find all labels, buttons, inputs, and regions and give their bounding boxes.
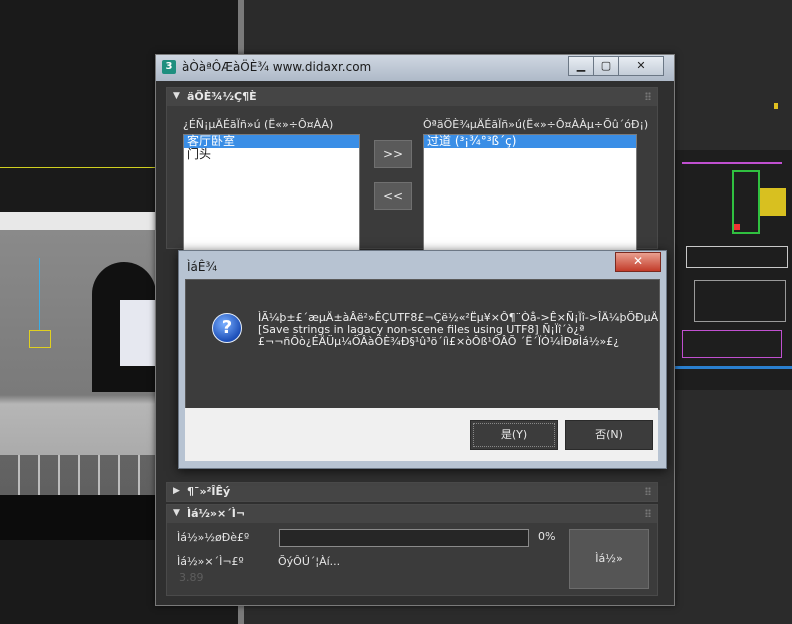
- question-icon: ?: [212, 313, 242, 343]
- cad-line: [674, 366, 792, 369]
- available-cameras-label: ¿ÉÑ¡µÄÉãÏñ»ú (Ë«»÷Ô¤ÀÀ): [183, 118, 334, 131]
- maximize-button[interactable]: ▢: [593, 56, 619, 76]
- camera-target-line: [39, 258, 40, 330]
- render-angle-rollout: ▼ äÖÈ¾½Ç¶È ¿ÉÑ¡µÄÉãÏñ»ú (Ë«»÷Ô¤ÀÀ) ÒªäÖÈ…: [166, 87, 658, 256]
- faint-value: 3.89: [179, 571, 204, 584]
- cad-floorplan: [674, 150, 792, 390]
- progress-label: Ìá½»½øÐè£º: [177, 531, 250, 544]
- window-titlebar[interactable]: 3 àÒàªÔÆàÖÈ¾ www.didaxr.com ▁ ▢ ✕: [156, 55, 674, 81]
- rollout-title: äÖÈ¾½Ç¶È: [187, 90, 257, 103]
- window-title: àÒàªÔÆàÖÈ¾ www.didaxr.com: [182, 60, 372, 74]
- grip-icon: [645, 509, 651, 517]
- message-line: £¬¬ñÔò¿ÉÄÜµ¼ÖÂàÖÈ¾Ð§¹û³ö´íì£×òÔß¹ÔÂÕ ´Ë´…: [258, 335, 620, 348]
- cad-furniture: [760, 188, 786, 216]
- encoding-warning-dialog: ÌáÊ¾ ✕ ? ÌÃ¼þ±£´æµÄ±àÂë²»ÊÇUTF8£¬Çë½«²Ëµ…: [178, 250, 667, 469]
- grip-icon: [645, 487, 651, 495]
- dialog-body: ? ÌÃ¼þ±£´æµÄ±àÂë²»ÊÇUTF8£¬Çë½«²Ëµ¥×Ô¶¨Òå…: [185, 279, 660, 410]
- dialog-footer: 是(Y) 否(N): [185, 408, 658, 461]
- close-button[interactable]: ✕: [618, 56, 664, 76]
- list-item[interactable]: 过道 (³¡¾°³ß´ç): [424, 135, 636, 148]
- rollout-header[interactable]: ▼ Ìá½»×´Ì¬: [167, 505, 657, 523]
- status-value: ÕýÔÚ´¦Àí...: [278, 555, 341, 568]
- cad-marker: [774, 103, 778, 109]
- progress-percent: 0%: [538, 530, 556, 543]
- rollout-title: ¶¯»²ÎÊý: [187, 485, 231, 498]
- dialog-close-button[interactable]: ✕: [615, 252, 661, 272]
- grip-icon: [645, 92, 651, 100]
- progress-bar: [279, 529, 529, 547]
- submit-status-rollout: ▼ Ìá½»×´Ì¬ Ìá½»½øÐè£º 0% Ìá½»×´Ì¬£º ÕýÔÚ…: [166, 504, 658, 596]
- cad-room: [686, 246, 788, 268]
- available-cameras-list[interactable]: 客厅卧室 门头: [183, 134, 360, 256]
- submit-button[interactable]: Ìá½»: [569, 529, 649, 589]
- collapse-arrow-icon: ▼: [173, 91, 180, 101]
- add-camera-button[interactable]: >>: [374, 140, 412, 168]
- cad-point: [734, 224, 740, 230]
- expand-arrow-icon: ▶: [173, 486, 180, 496]
- status-label: Ìá½»×´Ì¬£º: [177, 555, 244, 568]
- no-button[interactable]: 否(N): [565, 420, 653, 450]
- camera-object[interactable]: [29, 330, 51, 348]
- list-item[interactable]: 门头: [184, 148, 359, 161]
- rollout-title: Ìá½»×´Ì¬: [187, 507, 246, 520]
- yes-button[interactable]: 是(Y): [470, 420, 558, 450]
- dialog-title: ÌáÊ¾: [187, 260, 218, 274]
- animation-params-rollout: ▶ ¶¯»²ÎÊý: [166, 482, 658, 502]
- render-cameras-list[interactable]: 过道 (³¡¾°³ß´ç): [423, 134, 637, 256]
- cad-room: [682, 330, 782, 358]
- rollout-header[interactable]: ▶ ¶¯»²ÎÊý: [167, 483, 657, 501]
- rollout-header[interactable]: ▼ äÖÈ¾½Ç¶È: [167, 88, 657, 106]
- dialog-message: ÌÃ¼þ±£´æµÄ±àÂë²»ÊÇUTF8£¬Çë½«²Ëµ¥×Ô¶¨Òå->…: [258, 312, 658, 348]
- cad-room: [694, 280, 786, 322]
- minimize-button[interactable]: ▁: [568, 56, 594, 76]
- app-icon: 3: [162, 60, 176, 74]
- doorway-light: [120, 300, 158, 366]
- remove-camera-button[interactable]: <<: [374, 182, 412, 210]
- collapse-arrow-icon: ▼: [173, 508, 180, 518]
- cad-line: [682, 162, 782, 164]
- render-cameras-label: ÒªäÖÈ¾µÄÉãÏñ»ú(Ë«»÷Ô¤ÀÀµ÷Õû´óÐ¡): [423, 118, 649, 131]
